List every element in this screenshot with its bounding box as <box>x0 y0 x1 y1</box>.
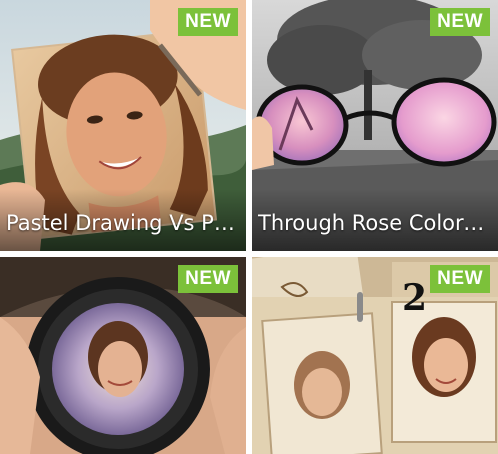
effect-title: Through Rose Colore... <box>258 211 494 235</box>
effect-title: Pastel Drawing Vs Ph... <box>6 211 242 235</box>
effect-card-pastel-drawing[interactable]: NEW Pastel Drawing Vs Ph... <box>0 0 246 251</box>
new-badge: NEW <box>430 8 490 36</box>
new-badge: NEW <box>178 8 238 36</box>
effect-card-vintage-frames[interactable]: 2 NEW <box>252 257 498 454</box>
new-badge: NEW <box>430 265 490 293</box>
new-badge: NEW <box>178 265 238 293</box>
effects-grid: NEW Pastel Drawing Vs Ph... NEW Through … <box>0 0 498 454</box>
effect-card-camera-lens[interactable]: NEW <box>0 257 246 454</box>
effect-card-rose-colored-glasses[interactable]: NEW Through Rose Colore... <box>252 0 498 251</box>
frame-number: 2 <box>402 277 428 319</box>
